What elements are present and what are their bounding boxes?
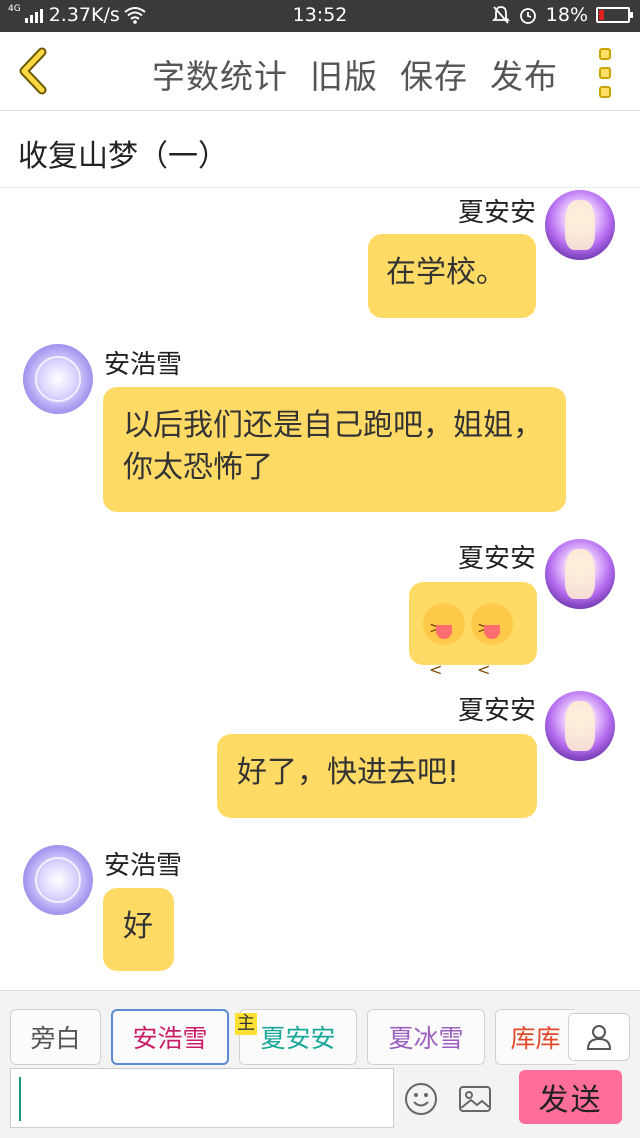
chapter-title[interactable]: 收复山梦（一） <box>18 131 228 175</box>
message-sender: 安浩雪 <box>104 350 183 380</box>
role-xia-bingxue[interactable]: 夏冰雪 <box>367 1009 485 1065</box>
avatar[interactable] <box>545 691 615 761</box>
status-bar: 4G 2.37K/s 13:52 18% <box>0 0 640 32</box>
word-count-button[interactable]: 字数统计 <box>152 50 288 98</box>
chat-area[interactable]: 夏安安 在学校。 安浩雪 以后我们还是自己跑吧，姐姐，你太恐怖了 夏安安 夏安安… <box>0 188 640 988</box>
role-label: 安浩雪 <box>132 1024 208 1053</box>
header-actions: 字数统计 旧版 保存 发布 <box>152 50 558 98</box>
mute-bell-icon <box>491 6 510 24</box>
message-bubble[interactable]: 在学校。 <box>368 234 536 318</box>
squinting-tongue-emoji-icon <box>471 602 513 691</box>
back-button[interactable] <box>12 46 58 96</box>
more-vertical-icon[interactable] <box>596 48 614 98</box>
role-selector: 旁白 安浩雪 夏安安 主 夏冰雪 库库 <box>0 990 640 1069</box>
emoji-icon[interactable] <box>404 1082 438 1116</box>
role-label: 库库 <box>510 1024 561 1053</box>
chapter-title-bar: 收复山梦（一） <box>0 111 640 188</box>
role-label: 夏冰雪 <box>388 1024 464 1053</box>
message-sender: 夏安安 <box>457 544 536 574</box>
text-cursor <box>19 1077 21 1121</box>
role-label: 旁白 <box>30 1024 81 1053</box>
person-icon <box>586 1025 612 1050</box>
publish-button[interactable]: 发布 <box>490 50 558 98</box>
message-input[interactable] <box>10 1068 394 1128</box>
message-sender: 夏安安 <box>457 696 536 726</box>
image-icon[interactable] <box>458 1082 492 1116</box>
chevron-left-icon <box>19 47 47 95</box>
avatar[interactable] <box>23 344 93 414</box>
role-an-haoxue[interactable]: 安浩雪 <box>111 1009 229 1065</box>
squinting-tongue-emoji-icon <box>423 602 465 691</box>
editor-header: 字数统计 旧版 保存 发布 <box>0 32 640 111</box>
send-button[interactable]: 发送 <box>519 1070 622 1124</box>
save-button[interactable]: 保存 <box>400 50 468 98</box>
message-bubble[interactable]: 好了，快进去吧! <box>217 734 537 818</box>
message-sender: 安浩雪 <box>104 851 183 881</box>
avatar[interactable] <box>23 845 93 915</box>
message-sender: 夏安安 <box>457 198 536 228</box>
message-bubble[interactable]: 好 <box>103 888 174 971</box>
old-version-button[interactable]: 旧版 <box>310 50 378 98</box>
role-kuku[interactable]: 库库 <box>495 1009 575 1065</box>
alarm-icon <box>519 8 536 24</box>
avatar[interactable] <box>545 539 615 609</box>
message-bubble[interactable]: 以后我们还是自己跑吧，姐姐，你太恐怖了 <box>103 387 566 512</box>
role-label: 夏安安 <box>260 1024 336 1053</box>
battery-percent: 18% <box>545 4 588 26</box>
input-bar: 发送 <box>0 1068 640 1138</box>
role-narrator[interactable]: 旁白 <box>10 1009 101 1065</box>
battery-icon <box>596 7 633 23</box>
message-bubble[interactable] <box>409 582 537 691</box>
avatar[interactable] <box>545 190 615 260</box>
main-character-badge: 主 <box>235 1013 257 1035</box>
manage-roles-button[interactable] <box>568 1013 630 1061</box>
